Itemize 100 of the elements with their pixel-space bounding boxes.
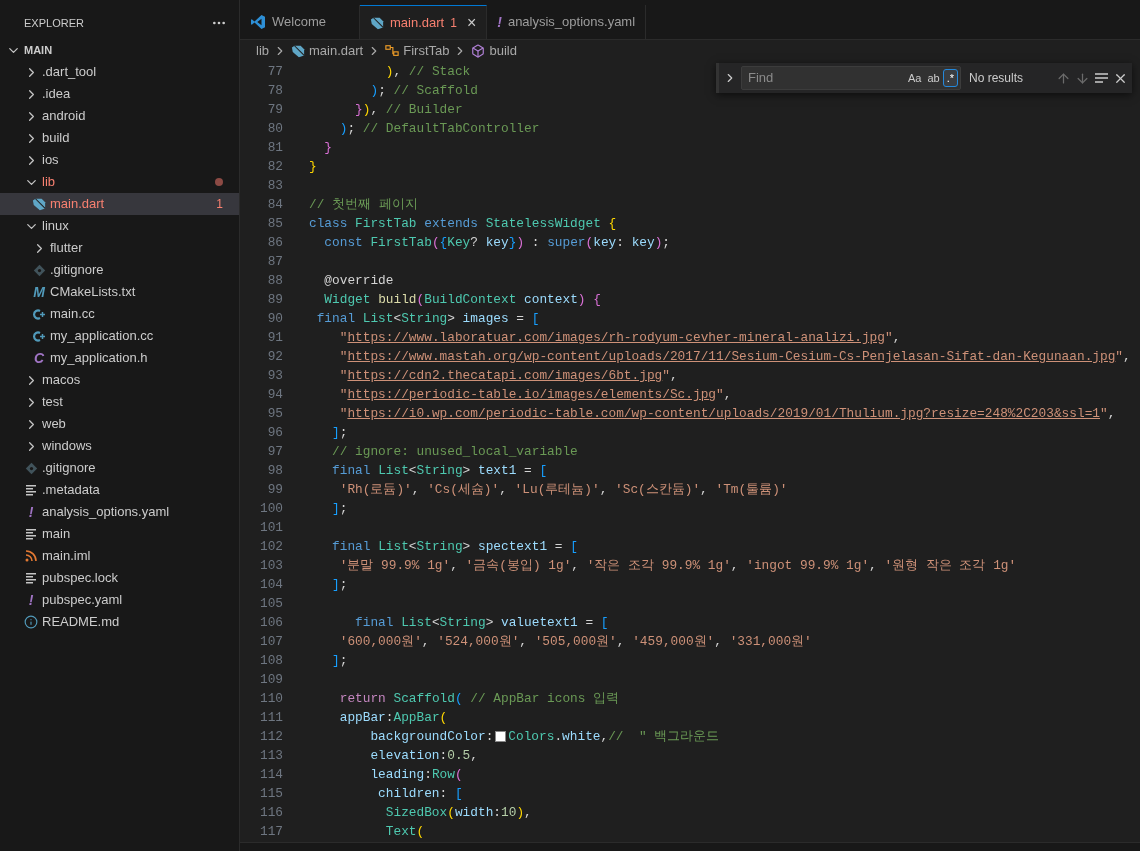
item-label: ios <box>42 151 59 170</box>
folder-item[interactable]: flutter <box>0 237 239 259</box>
file-item[interactable]: .gitignore <box>0 259 239 281</box>
close-tab-button[interactable]: × <box>466 14 477 31</box>
file-item[interactable]: main.cc <box>0 303 239 325</box>
folder-item[interactable]: .dart_tool <box>0 61 239 83</box>
line-number: 108 <box>258 651 283 670</box>
line-number: 90 <box>266 309 283 328</box>
code-line: class FirstTab extends StatelessWidget { <box>309 214 617 233</box>
editor-tab[interactable]: main.dart 1 × <box>360 5 488 39</box>
folder-item[interactable]: test <box>0 391 239 413</box>
file-item[interactable]: .metadata <box>0 479 239 501</box>
folder-item[interactable]: windows <box>0 435 239 457</box>
file-item[interactable]: my_application.cc <box>0 325 239 347</box>
previous-match-icon[interactable] <box>1056 70 1071 86</box>
cpp-file-icon <box>32 329 46 343</box>
file-item[interactable]: C my_application.h <box>0 347 239 369</box>
file-item[interactable]: ! analysis_options.yaml <box>0 501 239 523</box>
line-number: 110 <box>258 689 283 708</box>
item-label: main <box>42 525 71 544</box>
code-line: '분말 99.9% 1g', '금속(봉입) 1g', '작은 조각 99.9% 1g', 'ingot 99.9% 1g', '원형 작은 조각 1g' <box>338 556 1017 575</box>
code-line: ]; <box>331 575 348 594</box>
code-line: ]; <box>331 651 348 670</box>
item-label: pubspec.yaml <box>42 591 123 610</box>
find-in-selection-icon[interactable] <box>1094 72 1109 84</box>
code-line: ); // DefaultTabController <box>338 119 540 138</box>
file-type-icon: M <box>33 285 45 299</box>
info-icon <box>24 615 38 629</box>
breadcrumb-item[interactable]: build <box>489 41 517 61</box>
line-number: 107 <box>258 632 283 651</box>
code-line: children: [ <box>377 784 463 803</box>
breadcrumb-item[interactable]: FirstTab <box>403 41 450 61</box>
find-field[interactable]: Find Aa ab .* <box>741 66 961 90</box>
file-item[interactable]: pubspec.lock <box>0 567 239 589</box>
item-label: CMakeLists.txt <box>50 283 136 302</box>
line-number: 92 <box>266 347 283 366</box>
line-number: 101 <box>258 518 283 537</box>
folder-item[interactable]: ios <box>0 149 239 171</box>
folder-item[interactable]: lib <box>0 171 239 193</box>
text-file-icon <box>25 572 37 584</box>
line-number: 117 <box>258 822 283 841</box>
diamond-icon <box>24 461 38 475</box>
file-item[interactable]: main.dart 1 <box>0 193 239 215</box>
code-line: "https://periodic-table.io/images/elements/Sc.jpg", <box>338 385 732 404</box>
search-option-toggle[interactable]: Aa <box>904 69 925 87</box>
folder-item[interactable]: build <box>0 127 239 149</box>
line-number: 87 <box>266 252 283 271</box>
item-label: linux <box>42 217 69 236</box>
file-item[interactable]: main.iml <box>0 545 239 567</box>
next-match-icon[interactable] <box>1075 70 1090 86</box>
file-item[interactable]: README.md <box>0 611 239 633</box>
item-label: .gitignore <box>50 261 104 280</box>
file-item[interactable]: .gitignore <box>0 457 239 479</box>
line-number: 96 <box>266 423 283 442</box>
line-number: 77 <box>266 62 283 81</box>
line-number: 113 <box>258 746 283 765</box>
line-number: 99 <box>266 480 283 499</box>
folder-item[interactable]: MAIN <box>0 39 239 61</box>
code-line: }), // Builder <box>354 100 463 119</box>
item-label: main.cc <box>50 305 95 324</box>
file-item[interactable]: M CMakeLists.txt <box>0 281 239 303</box>
breadcrumb-item[interactable]: lib <box>256 41 269 61</box>
item-label: flutter <box>50 239 83 258</box>
item-label: test <box>42 393 63 412</box>
line-number: 102 <box>258 537 283 556</box>
line-number: 98 <box>266 461 283 480</box>
line-number: 88 <box>266 271 283 290</box>
search-option-toggle[interactable]: .* <box>942 69 958 87</box>
breadcrumb-item[interactable]: main.dart <box>309 41 364 61</box>
line-number: 91 <box>266 328 283 347</box>
code-line: appBar:AppBar( <box>338 708 448 727</box>
line-number: 109 <box>258 670 283 689</box>
line-number: 89 <box>266 290 283 309</box>
code-line: } <box>309 157 317 176</box>
folder-item[interactable]: web <box>0 413 239 435</box>
folder-item[interactable]: macos <box>0 369 239 391</box>
line-number: 97 <box>266 442 283 461</box>
search-option-toggle[interactable]: ab <box>924 69 943 87</box>
file-item[interactable]: main <box>0 523 239 545</box>
item-label: README.md <box>42 613 120 632</box>
line-number: 95 <box>266 404 283 423</box>
line-number: 82 <box>266 157 283 176</box>
find-result: No results <box>969 70 1024 87</box>
code-line: } <box>323 138 333 157</box>
diamond-icon <box>32 263 46 277</box>
code-line: SizedBox(width:10), <box>384 803 532 822</box>
code-line: final List<String> valuetext1 = [ <box>354 613 609 632</box>
item-label: main.iml <box>42 547 91 566</box>
folder-item[interactable]: .idea <box>0 83 239 105</box>
file-item[interactable]: ! pubspec.yaml <box>0 589 239 611</box>
code-line: // ignore: unused_local_variable <box>331 442 578 461</box>
line-number: 78 <box>266 81 283 100</box>
file-type-icon: C <box>33 351 45 365</box>
line-number: 106 <box>258 613 283 632</box>
folder-item[interactable]: linux <box>0 215 239 237</box>
item-label: .dart_tool <box>42 63 97 82</box>
folder-item[interactable]: android <box>0 105 239 127</box>
line-number: 112 <box>258 727 283 746</box>
line-number: 80 <box>266 119 283 138</box>
item-label: analysis_options.yaml <box>42 503 170 522</box>
